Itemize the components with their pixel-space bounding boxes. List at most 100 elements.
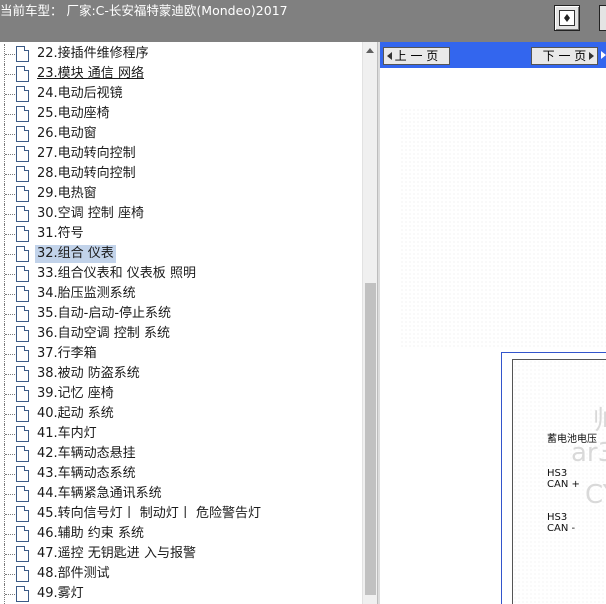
document-page-icon (16, 366, 29, 382)
tree-connector (4, 304, 17, 324)
tree-item[interactable]: 27.电动转向控制 (0, 144, 362, 164)
scroll-up-icon[interactable] (366, 48, 374, 53)
tree-item-label[interactable]: 38.被动 防盗系统 (35, 365, 142, 383)
tree-item[interactable]: 37.行李箱 (0, 344, 362, 364)
tree-item[interactable]: 36.自动空调 控制 系统 (0, 324, 362, 344)
tree-item-label[interactable]: 35.自动-启动-停止系统 (35, 305, 173, 323)
tree-connector (4, 584, 17, 604)
prev-page-label: 上 一 页 (394, 49, 439, 63)
page-texture (400, 108, 606, 348)
tree-item[interactable]: 44.车辆紧急通讯系统 (0, 484, 362, 504)
tree-connector (4, 164, 17, 184)
document-page-icon (16, 286, 29, 302)
tree-item-label[interactable]: 29.电热窗 (35, 185, 99, 203)
document-page-icon (16, 386, 29, 402)
tree-connector (4, 184, 17, 204)
document-page-icon (16, 546, 29, 562)
tree-item-label[interactable]: 43.车辆动态系统 (35, 465, 138, 483)
chapter-tree: 22.接插件维修程序 23.模块 通信 网络 24.电动后视镜 25.电动座椅 26.电… (0, 42, 362, 604)
document-page-icon (16, 206, 29, 222)
document-page-icon (16, 146, 29, 162)
tree-item-label[interactable]: 42.车辆动态悬挂 (35, 445, 138, 463)
tree-item[interactable]: 28.电动转向控制 (0, 164, 362, 184)
tree-item[interactable]: 35.自动-启动-停止系统 (0, 304, 362, 324)
tree-item-label[interactable]: 28.电动转向控制 (35, 165, 138, 183)
tree-scrollbar[interactable] (362, 42, 377, 604)
tree-connector (4, 484, 17, 504)
tree-item[interactable]: 30.空调 控制 座椅 (0, 204, 362, 224)
diagram-frame: 帅 ar3 CY 蓄电池电压 HS3 CAN + HS3 CAN - (501, 352, 606, 604)
tree-item-label[interactable]: 33.组合仪表和 仪表板 照明 (35, 265, 198, 283)
tree-item-label[interactable]: 34.胎压监测系统 (35, 285, 138, 303)
tree-item-label[interactable]: 47.遥控 无钥匙进 入与报警 (35, 545, 198, 563)
tree-connector (4, 424, 17, 444)
document-page-icon (16, 466, 29, 482)
title-bar: 当前车型： 厂家:C-长安福特蒙迪欧(Mondeo)2017 (0, 0, 606, 42)
tree-item[interactable]: 41.车内灯 (0, 424, 362, 444)
tree-connector (4, 84, 17, 104)
tree-item[interactable]: 29.电热窗 (0, 184, 362, 204)
tree-item[interactable]: 39.记忆 座椅 (0, 384, 362, 404)
document-page-icon (16, 226, 29, 242)
extra-toolbar-button[interactable] (599, 5, 606, 31)
scroll-thumb[interactable] (365, 283, 376, 595)
tree-item-label[interactable]: 44.车辆紧急通讯系统 (35, 485, 164, 503)
tree-item[interactable]: 47.遥控 无钥匙进 入与报警 (0, 544, 362, 564)
tree-item-label[interactable]: 32.组合 仪表 (35, 245, 116, 263)
tree-item-label[interactable]: 23.模块 通信 网络 (35, 65, 146, 83)
tree-item-label[interactable]: 40.起动 系统 (35, 405, 116, 423)
document-page-icon (16, 46, 29, 62)
tree-item-label[interactable]: 22.接插件维修程序 (35, 45, 151, 63)
tree-item-label[interactable]: 27.电动转向控制 (35, 145, 138, 163)
tree-item[interactable]: 46.辅助 约束 系统 (0, 524, 362, 544)
tree-item-label[interactable]: 24.电动后视镜 (35, 85, 125, 103)
document-page-icon (16, 246, 29, 262)
tree-item-label[interactable]: 39.记忆 座椅 (35, 385, 116, 403)
tree-item[interactable]: 38.被动 防盗系统 (0, 364, 362, 384)
tree-item[interactable]: 40.起动 系统 (0, 404, 362, 424)
tree-item[interactable]: 43.车辆动态系统 (0, 464, 362, 484)
nav-more-icon[interactable] (601, 51, 606, 59)
toggle-view-button[interactable] (554, 5, 580, 31)
tree-item[interactable]: 24.电动后视镜 (0, 84, 362, 104)
tree-item-label[interactable]: 46.辅助 约束 系统 (35, 525, 146, 543)
tree-item[interactable]: 32.组合 仪表 (0, 244, 362, 264)
tree-item-label[interactable]: 30.空调 控制 座椅 (35, 205, 146, 223)
tree-item-label[interactable]: 41.车内灯 (35, 425, 99, 443)
document-page-icon (16, 66, 29, 82)
tree-connector (4, 284, 17, 304)
document-page-icon (16, 346, 29, 362)
tree-item[interactable]: 26.电动窗 (0, 124, 362, 144)
tree-item[interactable]: 34.胎压监测系统 (0, 284, 362, 304)
tree-item-label[interactable]: 31.符号 (35, 225, 86, 243)
tree-item-label[interactable]: 26.电动窗 (35, 125, 99, 143)
battery-voltage-label: 蓄电池电压 (547, 434, 597, 445)
tree-item-label[interactable]: 48.部件测试 (35, 565, 112, 583)
document-page-icon (16, 486, 29, 502)
tree-item[interactable]: 49.雾灯 (0, 584, 362, 604)
next-page-button[interactable]: 下 一 页 (531, 47, 598, 65)
tree-item[interactable]: 31.符号 (0, 224, 362, 244)
tree-item[interactable]: 48.部件测试 (0, 564, 362, 584)
document-page-icon (16, 566, 29, 582)
tree-item[interactable]: 22.接插件维修程序 (0, 44, 362, 64)
watermark-text-2: CY (585, 480, 606, 510)
tree-item[interactable]: 45.转向信号灯丨 制动灯丨 危险警告灯 (0, 504, 362, 524)
tree-item-label[interactable]: 25.电动座椅 (35, 105, 112, 123)
hs3-can-plus-line1: HS3 (547, 468, 568, 479)
tree-connector (4, 404, 17, 424)
tree-item-label[interactable]: 36.自动空调 控制 系统 (35, 325, 172, 343)
arrow-right-icon (589, 52, 594, 60)
tree-item[interactable]: 42.车辆动态悬挂 (0, 444, 362, 464)
tree-connector (4, 144, 17, 164)
tree-item-label[interactable]: 37.行李箱 (35, 345, 99, 363)
tree-item[interactable]: 23.模块 通信 网络 (0, 64, 362, 84)
prev-page-button[interactable]: 上 一 页 (383, 47, 450, 65)
tree-item[interactable]: 33.组合仪表和 仪表板 照明 (0, 264, 362, 284)
diamond-icon (559, 10, 575, 26)
tree-item-label[interactable]: 49.雾灯 (35, 585, 86, 603)
tree-connector (4, 544, 17, 564)
tree-item-label[interactable]: 45.转向信号灯丨 制动灯丨 危险警告灯 (35, 505, 263, 523)
tree-item[interactable]: 25.电动座椅 (0, 104, 362, 124)
document-page-icon (16, 426, 29, 442)
